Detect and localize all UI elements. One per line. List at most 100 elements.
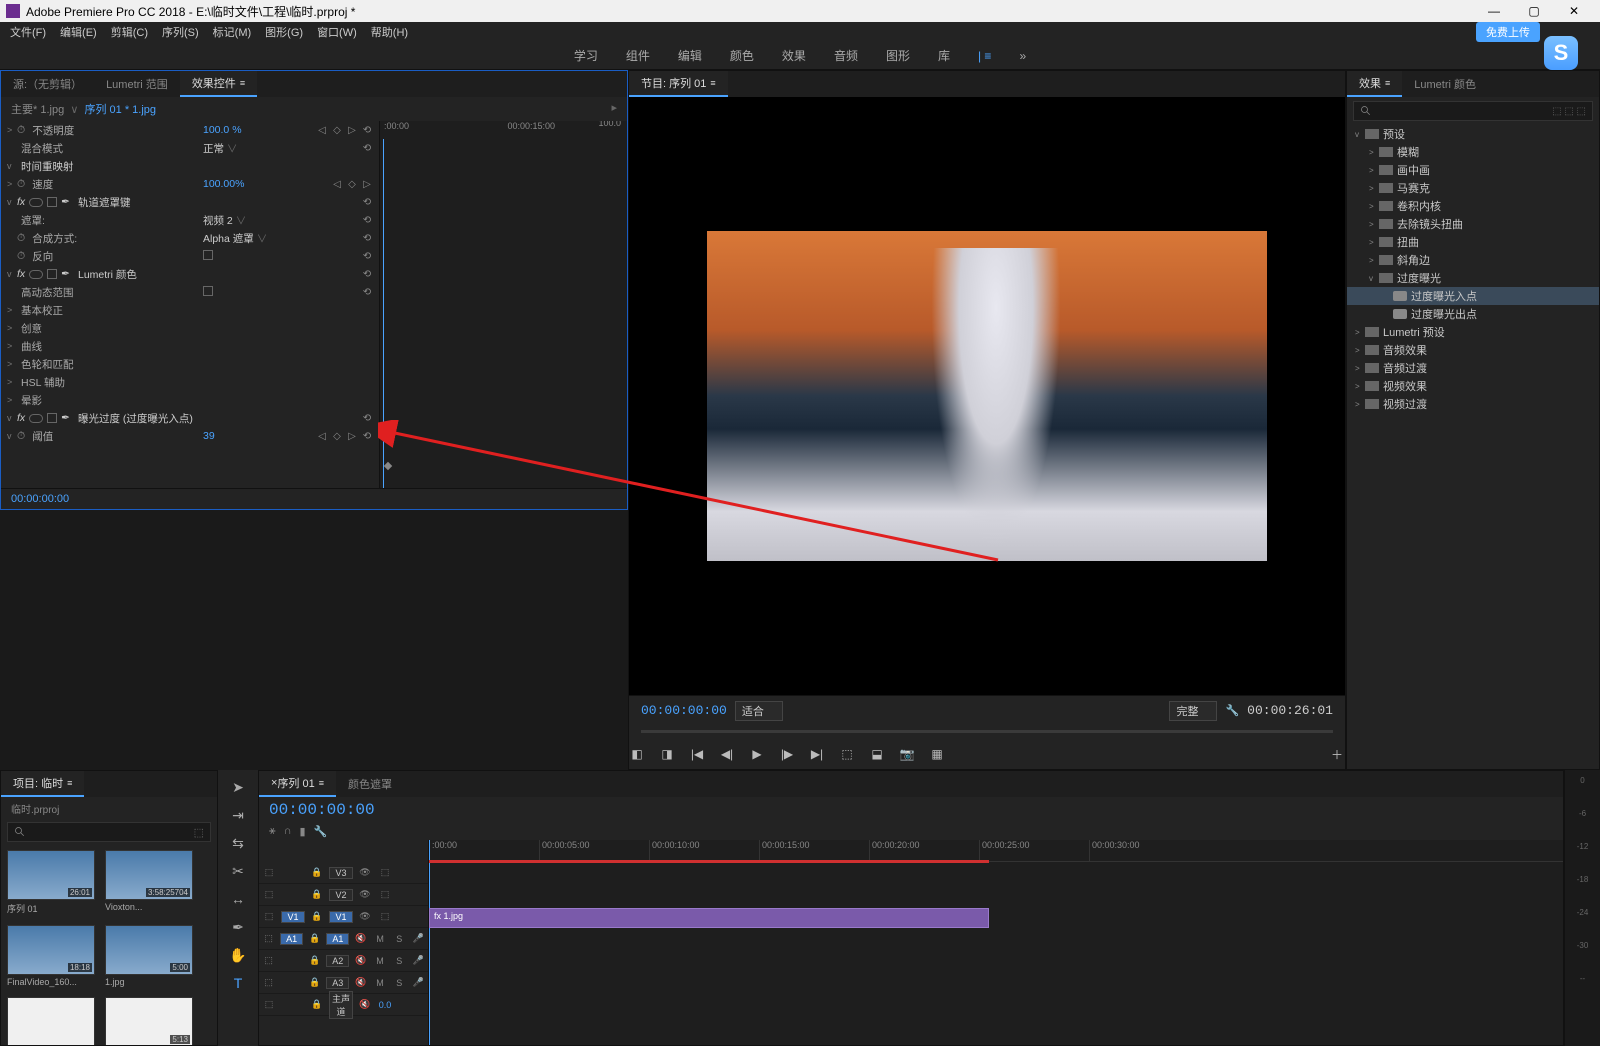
mark-in-icon[interactable]: ◧ [629,746,645,762]
snap-icon[interactable]: ⚹ [269,825,276,838]
fx-row[interactable]: vfx✒Lumetri 颜色⟲ [1,265,379,283]
tab-Lumetri 范围[interactable]: Lumetri 范围 [94,71,180,97]
settings-icon[interactable]: 🔧 [314,825,328,838]
fx-row[interactable]: 高动态范围⟲ [1,283,379,301]
workspace-音频[interactable]: 音频 [834,47,858,64]
program-scrubber[interactable] [641,730,1333,733]
quality-select[interactable]: 完整 [1169,701,1217,721]
fx-row[interactable]: >HSL 辅助 [1,373,379,391]
menu-item[interactable]: 序列(S) [162,24,199,40]
menu-item[interactable]: 剪辑(C) [111,24,148,40]
tree-item[interactable]: >扭曲 [1347,233,1599,251]
link-icon[interactable]: ∩ [284,825,292,838]
tree-item[interactable]: v过度曝光 [1347,269,1599,287]
sogou-icon[interactable]: S [1544,36,1578,70]
timeline-content[interactable]: :00:0000:00:05:0000:00:10:0000:00:15:000… [429,840,1563,1045]
type-tool-icon[interactable]: T [229,974,247,992]
matte-tab[interactable]: 颜色遮罩 [336,771,404,797]
effects-tab[interactable]: 效果≡ [1347,71,1402,97]
workspace-颜色[interactable]: 颜色 [730,47,754,64]
workspace-图形[interactable]: 图形 [886,47,910,64]
fx-row[interactable]: ⏱合成方式:Alpha 遮罩 ∨⟲ [1,229,379,247]
track-header-A1[interactable]: ⬚A1🔒A1🔇MS🎤 [259,928,428,950]
mark-out-icon[interactable]: ◨ [659,746,675,762]
zoom-select[interactable]: 适合 [735,701,783,721]
upload-button[interactable]: 免费上传 [1476,22,1540,42]
tree-item[interactable]: >音频过渡 [1347,359,1599,377]
maximize-button[interactable]: ▢ [1514,0,1554,22]
marker-icon[interactable]: ▮ [300,825,306,838]
pen-tool-icon[interactable]: ✒ [229,918,247,936]
ripple-tool-icon[interactable]: ⇆ [229,834,247,852]
fx-row[interactable]: >创意 [1,319,379,337]
fx-row[interactable]: >晕影 [1,391,379,409]
sequence-tab[interactable]: × 序列 01 ≡ [259,771,336,797]
tree-item[interactable]: v预设 [1347,125,1599,143]
workspace-效果[interactable]: 效果 [782,47,806,64]
selection-tool-icon[interactable]: ➤ [229,778,247,796]
slip-tool-icon[interactable]: ↔ [229,890,247,908]
export-frame-icon[interactable]: 📷 [899,746,915,762]
workspace-库[interactable]: 库 [938,47,950,64]
project-tab[interactable]: 项目: 临时≡ [1,771,84,797]
lift-icon[interactable]: ⬚ [839,746,855,762]
track-header-V1[interactable]: ⬚V1🔒V1👁⬚ [259,906,428,928]
hand-tool-icon[interactable]: ✋ [229,946,247,964]
program-tab[interactable]: 节目: 序列 01≡ [629,71,728,97]
menu-item[interactable]: 标记(M) [213,24,252,40]
lumetri-color-tab[interactable]: Lumetri 颜色 [1402,71,1488,97]
fx-row[interactable]: vfx✒曝光过度 (过度曝光入点)⟲ [1,409,379,427]
fx-row[interactable]: 遮罩:视频 2 ∨⟲ [1,211,379,229]
menu-item[interactable]: 窗口(W) [317,24,357,40]
fx-row[interactable]: >⏱不透明度100.0 %◁◇▷⟲ [1,121,379,139]
effect-controls-timecode[interactable]: 00:00:00:00 [1,488,627,509]
menu-item[interactable]: 图形(G) [265,24,303,40]
fx-row[interactable]: vfx✒轨道遮罩键⟲ [1,193,379,211]
tab-源:（无剪辑）[interactable]: 源:（无剪辑） [1,71,94,97]
tree-item[interactable]: >画中画 [1347,161,1599,179]
crumb-seq[interactable]: 序列 01 * 1.jpg [85,104,157,116]
menu-item[interactable]: 文件(F) [10,24,46,40]
fx-row[interactable]: v⏱阈值39◁◇▷⟲ [1,427,379,445]
tree-item[interactable]: >卷积内核 [1347,197,1599,215]
tree-item[interactable]: >视频过渡 [1347,395,1599,413]
step-fwd-icon[interactable]: |▶ [779,746,795,762]
workspace-组件[interactable]: 组件 [626,47,650,64]
tree-item[interactable]: 过度曝光出点 [1347,305,1599,323]
project-search-input[interactable] [26,826,194,838]
fx-row[interactable]: >曲线 [1,337,379,355]
effects-search[interactable]: ⬚ ⬚ ⬚ [1353,101,1593,121]
fx-row[interactable]: ⏱反向⟲ [1,247,379,265]
tree-item[interactable]: >斜角边 [1347,251,1599,269]
track-header-主声道[interactable]: ⬚🔒主声道🔇0.0 [259,994,428,1016]
mini-playhead[interactable] [383,139,384,488]
fx-row[interactable]: v时间重映射 [1,157,379,175]
track-header-A2[interactable]: ⬚🔒A2🔇MS🎤 [259,950,428,972]
project-item[interactable]: 3:58:25704Vioxton... [105,850,193,915]
project-item[interactable]: 26:01序列 01 [7,850,95,915]
tree-item[interactable]: >音频效果 [1347,341,1599,359]
fx-row[interactable]: >基本校正 [1,301,379,319]
close-button[interactable]: ✕ [1554,0,1594,22]
fx-row[interactable]: >⏱速度100.00%◁◇▷ [1,175,379,193]
play-icon[interactable]: ▶ [749,746,765,762]
menu-item[interactable]: 帮助(H) [371,24,408,40]
extract-icon[interactable]: ⬓ [869,746,885,762]
project-search[interactable]: ⬚ [7,822,211,842]
razor-tool-icon[interactable]: ✂ [229,862,247,880]
project-item[interactable]: 颜色遮罩 [7,997,95,1045]
program-tc-in[interactable]: 00:00:00:00 [641,703,727,718]
minimize-button[interactable]: — [1474,0,1514,22]
project-item[interactable]: 5:001.jpg [105,925,193,987]
effect-mini-timeline[interactable]: :00:0000:00:15:00 100.0 [379,121,627,488]
project-item[interactable]: 5:13颜色遮罩 [105,997,193,1045]
workspace-编辑[interactable]: 编辑 [678,47,702,64]
track-header-V2[interactable]: ⬚🔒V2👁⬚ [259,884,428,906]
playhead[interactable] [429,840,430,1045]
tab-效果控件[interactable]: 效果控件≡ [180,71,257,97]
tree-item[interactable]: >Lumetri 预设 [1347,323,1599,341]
program-tc-out[interactable]: 00:00:26:01 [1247,703,1333,718]
keyframe-diamond[interactable] [383,461,393,474]
menu-item[interactable]: 编辑(E) [60,24,97,40]
tree-item[interactable]: >视频效果 [1347,377,1599,395]
